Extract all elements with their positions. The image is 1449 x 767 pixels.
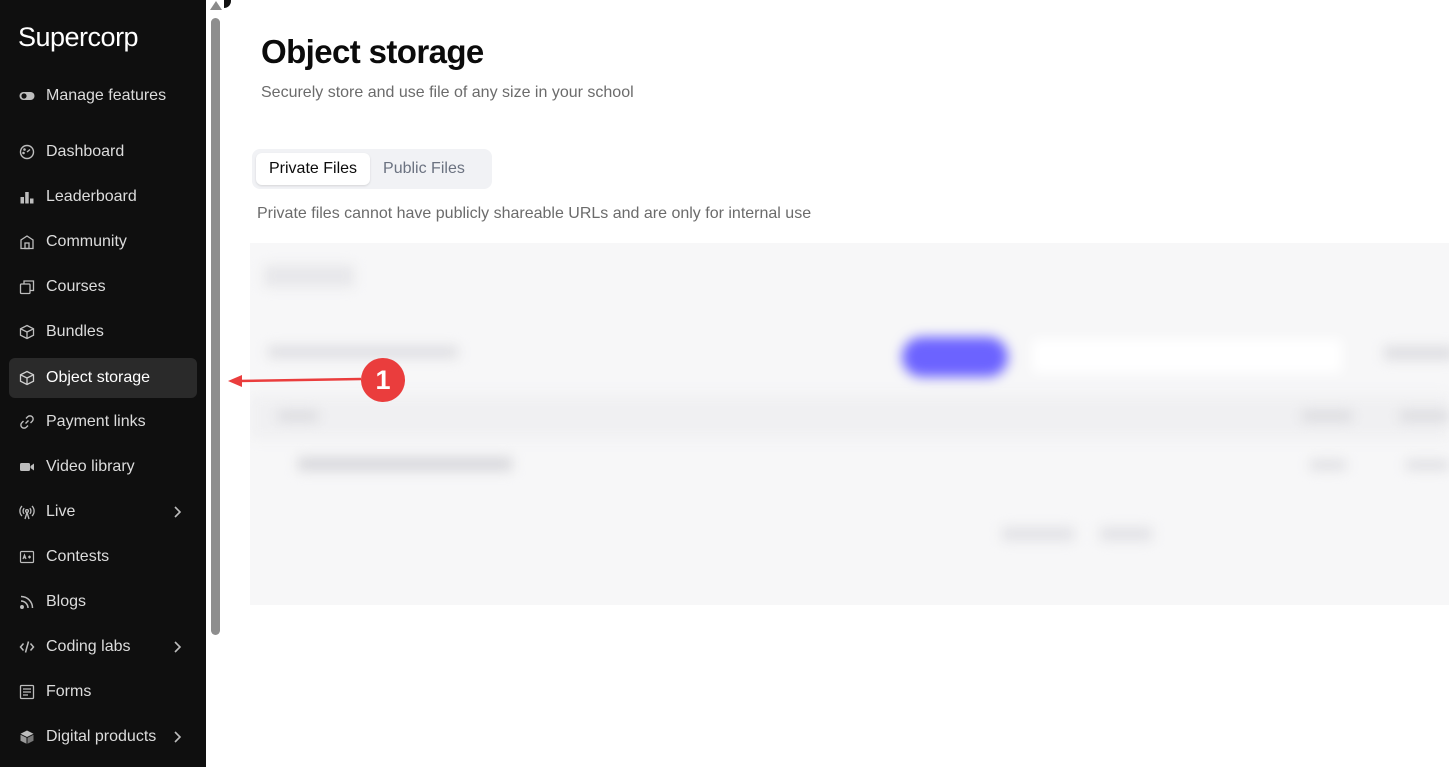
blurred-row-name [298, 457, 512, 471]
sidebar-item-blogs[interactable]: Blogs [9, 582, 197, 622]
copy-icon [18, 278, 36, 296]
tab-public-files[interactable]: Public Files [370, 153, 478, 185]
sidebar-item-label: Forms [46, 683, 92, 700]
sidebar-item-forms[interactable]: Forms [9, 672, 197, 712]
blurred-header-cell [1400, 411, 1449, 421]
sidebar-item-label: Blogs [46, 593, 87, 610]
annotation-badge: 1 [361, 358, 405, 402]
sidebar-item-live[interactable]: Live [9, 492, 197, 532]
form-icon [18, 683, 36, 701]
toggle-icon [18, 87, 36, 105]
blurred-upload-button [902, 337, 1008, 377]
sidebar-item-dashboard[interactable]: Dashboard [9, 132, 197, 172]
sidebar-item-contests[interactable]: Contests [9, 537, 197, 577]
sidebar-item-leaderboard[interactable]: Leaderboard [9, 177, 197, 217]
sidebar-item-label: Manage features [46, 87, 167, 104]
sidebar-item-label: Object storage [46, 369, 151, 386]
sidebar-item-bundles[interactable]: Bundles [9, 312, 197, 352]
sidebar-item-label: Video library [46, 458, 135, 475]
gauge-icon [18, 143, 36, 161]
community-icon [18, 233, 36, 251]
blurred-header-cell [1302, 411, 1352, 421]
sidebar-item-video-library[interactable]: Video library [9, 447, 197, 487]
sidebar-item-label: Community [46, 233, 127, 250]
sidebar-item-label: Payment links [46, 413, 146, 430]
sidebar-item-community[interactable]: Community [9, 222, 197, 262]
blurred-pagination-prev [1002, 527, 1074, 541]
box-icon [18, 369, 36, 387]
brand-logo[interactable]: Supercorp [18, 22, 139, 53]
sidebar-item-label: Contests [46, 548, 110, 565]
sidebar-item-coding-labs[interactable]: Coding labs [9, 627, 197, 667]
chevron-right-icon[interactable] [169, 504, 185, 520]
sidebar-item-label: Digital products [46, 728, 157, 745]
blurred-heading [264, 265, 354, 287]
bar-chart-icon [18, 188, 36, 206]
sidebar: Supercorp Manage features Dashboard Lead… [0, 0, 206, 767]
tab-private-files[interactable]: Private Files [256, 153, 371, 185]
rss-icon [18, 593, 36, 611]
package-icon [18, 323, 36, 341]
blurred-file-table [250, 243, 1449, 605]
sidebar-item-digital-products[interactable]: Digital products [9, 717, 197, 757]
code-icon [18, 638, 36, 656]
blurred-row-cell [1406, 460, 1449, 470]
sidebar-item-courses[interactable]: Courses [9, 267, 197, 307]
link-icon [18, 413, 36, 431]
tab-description: Private files cannot have publicly share… [257, 205, 812, 222]
broadcast-icon [18, 503, 36, 521]
blurred-sort-control [1384, 346, 1449, 360]
scroll-up-arrow-icon[interactable] [210, 1, 222, 10]
page-subtitle: Securely store and use file of any size … [261, 84, 634, 101]
sidebar-item-label: Bundles [46, 323, 104, 340]
video-icon [18, 458, 36, 476]
scrollbar-thumb[interactable] [211, 18, 220, 635]
page-title: Object storage [261, 33, 484, 70]
blurred-search-field [1032, 339, 1342, 373]
chevron-right-icon[interactable] [169, 729, 185, 745]
sidebar-item-payment-links[interactable]: Payment links [9, 402, 197, 442]
main-content: Object storage Securely store and use fi… [226, 0, 1449, 767]
package-icon [18, 728, 36, 746]
blurred-pagination-next [1100, 527, 1152, 541]
chevron-right-icon[interactable] [169, 639, 185, 655]
blurred-table-header [250, 395, 1449, 439]
file-visibility-tabs: Private Files Public Files [252, 149, 492, 189]
sidebar-item-label: Live [46, 503, 76, 520]
trophy-icon [18, 548, 36, 566]
blurred-row-cell [1310, 460, 1346, 470]
sidebar-item-label: Coding labs [46, 638, 131, 655]
blurred-header-cell [278, 411, 318, 421]
sidebar-item-manage-features[interactable]: Manage features [9, 76, 197, 116]
sidebar-item-label: Dashboard [46, 143, 125, 160]
sidebar-item-label: Courses [46, 278, 106, 295]
sidebar-item-object-storage[interactable]: Object storage [9, 358, 197, 398]
blurred-label [268, 346, 458, 358]
sidebar-item-label: Leaderboard [46, 188, 137, 205]
